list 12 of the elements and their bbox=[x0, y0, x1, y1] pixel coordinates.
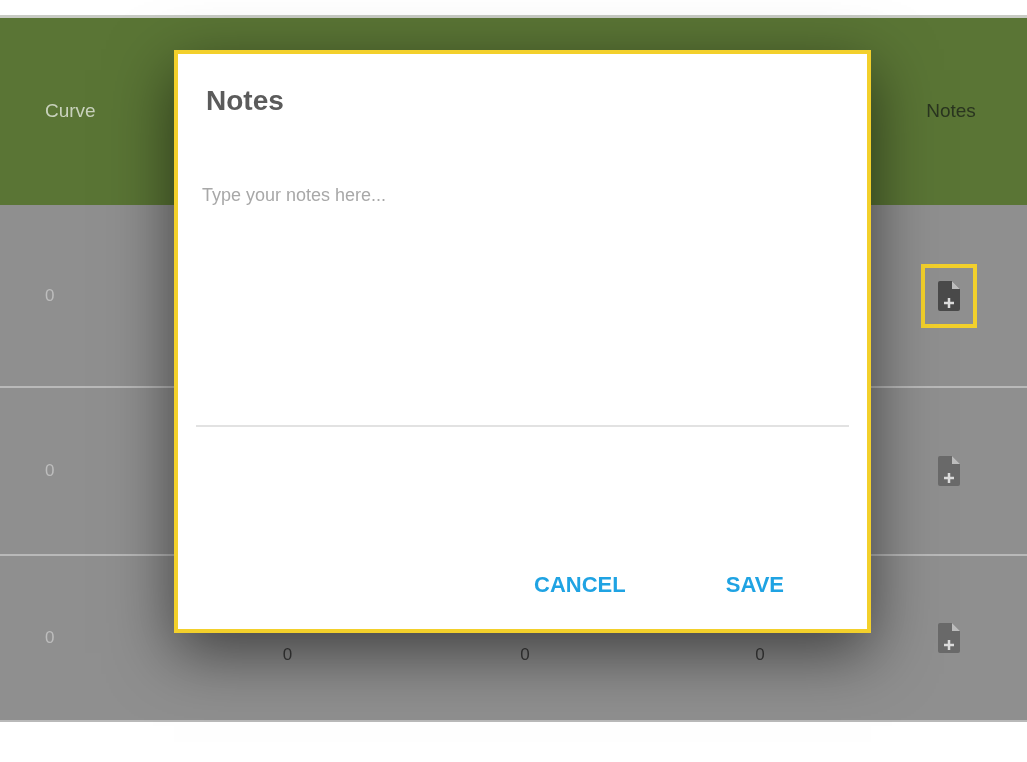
dialog-title: Notes bbox=[206, 84, 285, 118]
file-plus-icon bbox=[938, 456, 960, 486]
table-cell-text: 0 bbox=[282, 644, 293, 667]
table-cell-text: 0 bbox=[520, 644, 530, 667]
cancel-button[interactable]: CANCEL bbox=[514, 564, 646, 605]
file-plus-icon bbox=[938, 280, 960, 311]
table-cell-text: 0 bbox=[755, 644, 765, 667]
file-plus-icon bbox=[938, 623, 960, 653]
column-header: Curve bbox=[44, 99, 97, 124]
add-note-button[interactable] bbox=[921, 263, 977, 328]
column-header: Notes bbox=[926, 99, 976, 124]
save-button[interactable]: SAVE bbox=[705, 564, 804, 605]
